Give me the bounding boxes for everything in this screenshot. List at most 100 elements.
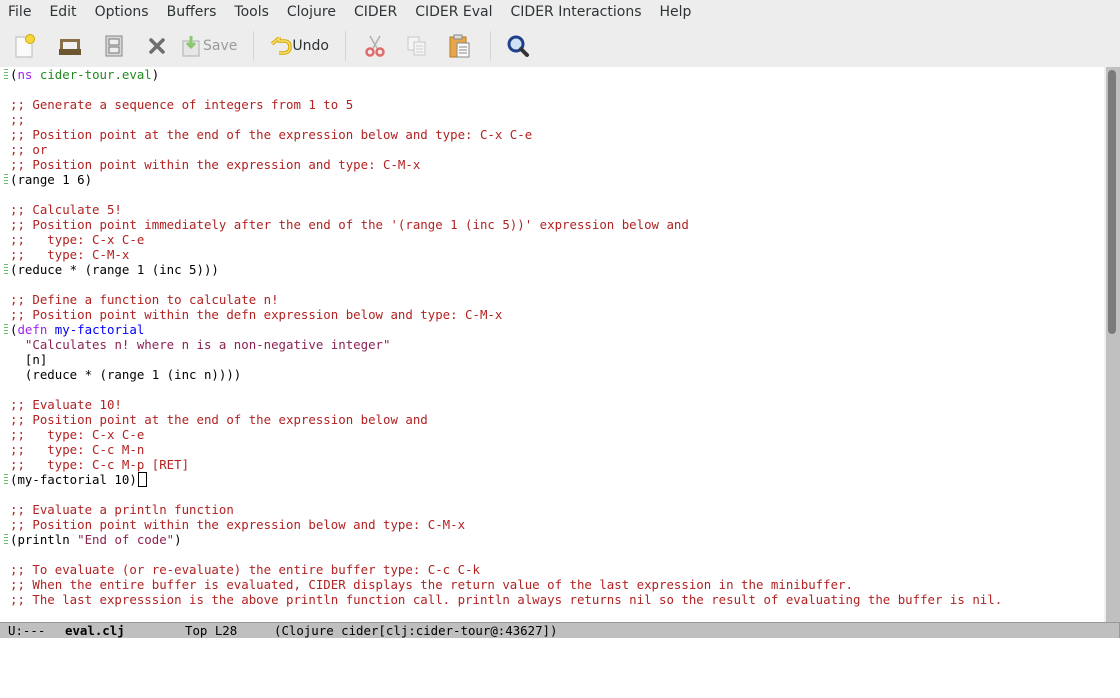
code-line: ;; type: C-x C-e [10, 427, 144, 442]
cabinet-icon [105, 35, 123, 57]
code-line: ;; Calculate 5! [10, 202, 122, 217]
keyword-token: defn [17, 322, 48, 337]
code-line: (defn my-factorial [10, 322, 144, 337]
comment-token: ;; Position point within the expression … [10, 517, 466, 532]
undo-button[interactable]: Undo [270, 29, 329, 63]
code-line: (ns cider-tour.eval) [10, 67, 159, 82]
string-token: "End of code" [77, 532, 175, 547]
comment-token: ;; Position point at the end of the expr… [10, 127, 533, 142]
buffer-status: U:--- [8, 623, 46, 638]
fringe-eval-indicator [4, 474, 8, 486]
paste-icon [449, 34, 471, 58]
code-token: (reduce * (range 1 (inc n)))) [10, 367, 242, 382]
new-file-button[interactable] [13, 29, 37, 63]
code-line: (println "End of code") [10, 532, 182, 547]
code-line: ;; Evaluate 10! [10, 397, 122, 412]
save-icon [182, 35, 200, 57]
code-line: ;; Position point within the expression … [10, 157, 420, 172]
save-label: Save [203, 37, 238, 54]
namespace-token: cider-tour.eval [39, 67, 152, 82]
toolbar: Save Undo [0, 24, 1120, 68]
code-line: ;; type: C-x C-e [10, 232, 144, 247]
major-mode[interactable]: (Clojure cider[clj:cider-tour@:43627]) [274, 623, 557, 638]
close-buffer-button[interactable] [146, 29, 168, 63]
open-folder-icon [58, 35, 82, 57]
comment-token: ;; Position point within the defn expres… [10, 307, 503, 322]
menu-clojure[interactable]: Clojure [278, 0, 345, 24]
undo-icon [270, 36, 293, 55]
comment-token: ;; [10, 112, 25, 127]
code-token: ) [174, 532, 182, 547]
comment-token: ;; Position point within the expression … [10, 157, 421, 172]
code-line: ;; Generate a sequence of integers from … [10, 97, 353, 112]
comment-token: ;; When the entire buffer is evaluated, … [10, 577, 853, 592]
function-name-token: my-factorial [54, 322, 145, 337]
code-line: "Calculates n! where n is a non-negative… [10, 337, 391, 352]
toolbar-separator [344, 30, 346, 61]
code-line: ;; type: C-c M-p [RET] [10, 457, 189, 472]
code-line: ;; The last expresssion is the above pri… [10, 592, 1002, 607]
undo-label: Undo [292, 37, 329, 54]
code-line: ;; [10, 112, 25, 127]
toolbar-separator [253, 30, 255, 61]
save-button[interactable]: Save [182, 29, 237, 63]
code-line: ;; Evaluate a println function [10, 502, 234, 517]
fringe-eval-indicator [4, 264, 8, 276]
comment-token: ;; Define a function to calculate n! [10, 292, 279, 307]
keyword-token: ns [17, 67, 33, 82]
code-line: ;; or [10, 142, 47, 157]
code-token: (range 1 6) [10, 172, 93, 187]
comment-token: ;; type: C-x C-e [10, 427, 145, 442]
search-button[interactable] [505, 29, 531, 63]
string-token: "Calculates n! where n is a non-negative… [24, 337, 391, 352]
comment-token: ;; Generate a sequence of integers from … [10, 97, 354, 112]
fringe-eval-indicator [4, 174, 8, 186]
fringe-eval-indicator [4, 69, 8, 81]
comment-token: ;; type: C-M-x [10, 247, 130, 262]
code-line: ;; Position point immediately after the … [10, 217, 689, 232]
cut-button[interactable] [364, 29, 386, 63]
menu-edit[interactable]: Edit [40, 0, 85, 24]
editor-buffer[interactable]: (ns cider-tour.eval) ;; Generate a sequen… [0, 67, 1104, 622]
text-cursor [137, 472, 147, 487]
menu-file[interactable]: File [0, 0, 40, 24]
comment-token: ;; type: C-x C-e [10, 232, 145, 247]
code-line: ;; Position point within the expression … [10, 517, 465, 532]
menubar: File Edit Options Buffers Tools Clojure … [0, 0, 1120, 24]
menu-cider-eval[interactable]: CIDER Eval [406, 0, 501, 24]
fringe-eval-indicator [4, 534, 8, 546]
code-token: (reduce * (range 1 (inc 5))) [10, 262, 219, 277]
menu-cider[interactable]: CIDER [345, 0, 406, 24]
buffer-position: Top L28 [185, 623, 238, 638]
minibuffer[interactable] [0, 638, 1120, 652]
code-token: ) [151, 67, 160, 82]
code-line: ;; type: C-c M-n [10, 442, 144, 457]
scrollbar-thumb[interactable] [1108, 70, 1116, 334]
comment-token: ;; or [10, 142, 48, 157]
buffer-name[interactable]: eval.clj [65, 623, 125, 638]
dired-button[interactable] [103, 29, 125, 63]
new-file-icon [14, 33, 36, 58]
paste-button[interactable] [448, 29, 472, 63]
code-token: (my-factorial 10) [10, 472, 137, 487]
code-line: ;; Position point within the defn expres… [10, 307, 502, 322]
search-icon [506, 34, 530, 58]
open-file-button[interactable] [57, 29, 83, 63]
menu-cider-interactions[interactable]: CIDER Interactions [502, 0, 651, 24]
menu-help[interactable]: Help [651, 0, 701, 24]
code-line: ;; Position point at the end of the expr… [10, 412, 428, 427]
code-line: ;; To evaluate (or re-evaluate) the enti… [10, 562, 480, 577]
comment-token: ;; Position point at the end of the expr… [10, 412, 428, 427]
menu-tools[interactable]: Tools [225, 0, 278, 24]
menu-options[interactable]: Options [86, 0, 158, 24]
comment-token: ;; To evaluate (or re-evaluate) the enti… [10, 562, 480, 577]
code-line: (reduce * (range 1 (inc n)))) [10, 367, 241, 382]
code-line: (my-factorial 10) [10, 472, 147, 487]
copy-icon [407, 36, 427, 56]
menu-buffers[interactable]: Buffers [158, 0, 226, 24]
copy-button[interactable] [406, 29, 428, 63]
code-line: ;; type: C-M-x [10, 247, 129, 262]
